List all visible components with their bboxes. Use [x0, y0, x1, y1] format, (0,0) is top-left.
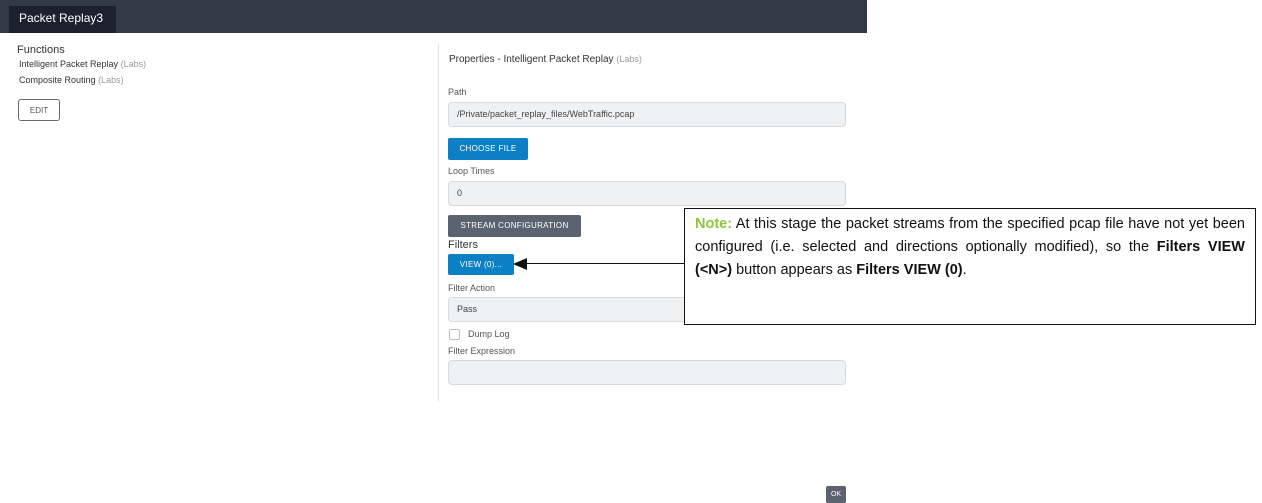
- ok-button[interactable]: OK: [826, 486, 846, 503]
- filter-action-label: Filter Action: [448, 283, 496, 293]
- functions-panel: Functions Intelligent Packet Replay (Lab…: [17, 44, 146, 91]
- functions-title: Functions: [17, 44, 65, 56]
- edit-button[interactable]: EDIT: [18, 99, 60, 121]
- note-text: .: [962, 262, 967, 278]
- top-bar: Packet Replay3: [0, 0, 867, 33]
- properties-title: Properties - Intelligent Packet Replay (…: [449, 54, 642, 65]
- filter-expression-label: Filter Expression: [448, 346, 516, 356]
- callout-arrow-line: [526, 263, 684, 264]
- function-item-intelligent-packet-replay[interactable]: Intelligent Packet Replay (Labs): [19, 59, 146, 69]
- loop-times-label: Loop Times: [448, 166, 495, 176]
- filters-label: Filters: [448, 239, 478, 251]
- properties-title-text: Properties - Intelligent Packet Replay: [449, 54, 614, 65]
- callout-arrow-head: [513, 258, 527, 270]
- panel-divider: [438, 44, 439, 402]
- filter-expression-field[interactable]: [448, 360, 846, 385]
- note-heading: Note:: [695, 216, 733, 232]
- stream-configuration-button[interactable]: STREAM CONFIGURATION: [448, 215, 581, 237]
- note-bold-text: Filters VIEW (0): [856, 262, 963, 278]
- path-label: Path: [448, 87, 467, 97]
- function-item-composite-routing[interactable]: Composite Routing (Labs): [19, 75, 146, 85]
- path-field[interactable]: /Private/packet_replay_files/WebTraffic.…: [448, 102, 846, 127]
- function-label: Intelligent Packet Replay: [19, 59, 119, 69]
- labs-tag: (Labs): [120, 59, 147, 69]
- note-text: button appears as: [732, 262, 857, 278]
- filters-view-button[interactable]: VIEW (0)...: [448, 254, 514, 275]
- function-label: Composite Routing: [19, 75, 96, 85]
- tab-packet-replay3[interactable]: Packet Replay3: [9, 6, 116, 33]
- dump-log-checkbox[interactable]: [449, 329, 460, 340]
- dump-log-label: Dump Log: [468, 329, 510, 339]
- labs-tag: (Labs): [616, 54, 642, 64]
- labs-tag: (Labs): [98, 75, 124, 85]
- choose-file-button[interactable]: CHOOSE FILE: [448, 138, 528, 160]
- annotation-note: Note: At this stage the packet streams f…: [684, 208, 1256, 325]
- loop-times-field[interactable]: 0: [448, 181, 846, 206]
